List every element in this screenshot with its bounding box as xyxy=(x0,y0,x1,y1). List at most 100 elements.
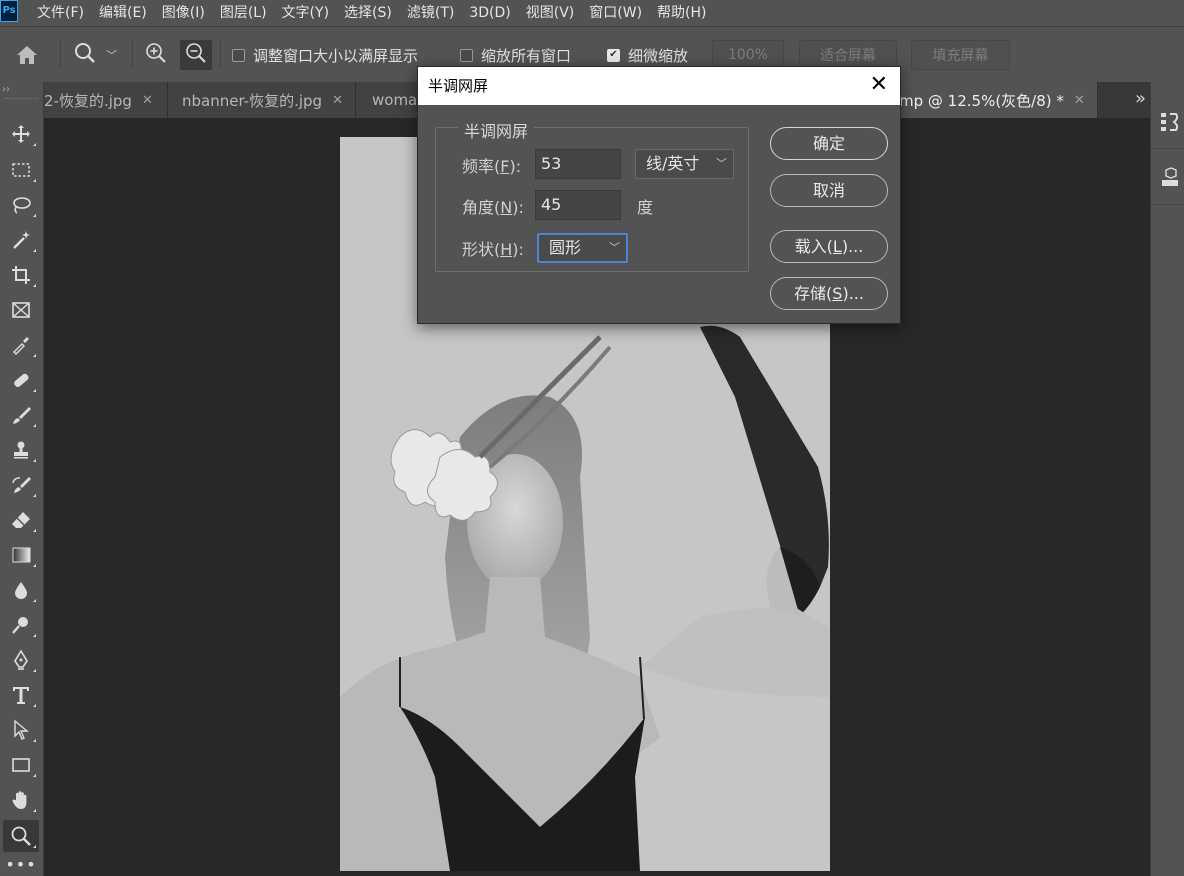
collapse-icon[interactable]: ›› xyxy=(2,84,10,95)
brush-icon xyxy=(13,407,31,424)
move-tool[interactable] xyxy=(3,118,39,150)
divider xyxy=(1151,204,1184,205)
history-brush-icon xyxy=(12,477,31,493)
resize-windows-checkbox[interactable] xyxy=(232,48,245,62)
ok-button[interactable]: 确定 xyxy=(770,127,888,160)
healing-brush-tool[interactable] xyxy=(3,364,39,396)
tab-document-2[interactable]: nbanner-恢复的.jpg ✕ xyxy=(168,82,356,118)
eyedropper-tool[interactable] xyxy=(3,329,39,361)
gradient-tool[interactable] xyxy=(3,539,39,571)
menu-layer[interactable]: 图层(L) xyxy=(220,0,267,26)
zoom-out-button[interactable] xyxy=(180,40,212,70)
menu-view[interactable]: 视图(V) xyxy=(526,0,575,26)
home-icon[interactable] xyxy=(14,27,40,83)
menu-file[interactable]: 文件(F) xyxy=(37,0,84,26)
rectangle-tool[interactable] xyxy=(3,749,39,781)
menu-3d[interactable]: 3D(D) xyxy=(469,0,510,26)
shape-label: 形状(H): xyxy=(462,240,524,259)
save-button[interactable]: 存储(S)... xyxy=(770,277,888,310)
chevron-down-icon: ﹀ xyxy=(106,49,117,62)
panel-grip xyxy=(4,98,38,102)
frequency-unit-select[interactable]: 线/英寸 ﹀ xyxy=(635,149,734,179)
type-tool[interactable] xyxy=(3,679,39,711)
close-icon[interactable]: ✕ xyxy=(142,93,153,108)
frame-tool[interactable] xyxy=(3,294,39,326)
marquee-tool[interactable] xyxy=(3,154,39,186)
hand-tool[interactable] xyxy=(3,784,39,816)
menu-type[interactable]: 文字(Y) xyxy=(282,0,329,26)
frequency-label: 频率(F): xyxy=(462,157,522,176)
close-icon[interactable]: ✕ xyxy=(332,93,343,108)
frequency-input[interactable]: 53 xyxy=(535,149,621,179)
tab-document-active[interactable]: mp @ 12.5%(灰色/8) * ✕ xyxy=(898,82,1098,118)
eyedropper-icon xyxy=(13,337,29,355)
scrubby-zoom-label: 细微缩放 xyxy=(628,46,689,65)
magic-wand-tool[interactable] xyxy=(3,224,39,256)
divider xyxy=(132,41,133,69)
menu-help[interactable]: 帮助(H) xyxy=(657,0,706,26)
right-panel-dock xyxy=(1150,82,1184,876)
bandage-icon xyxy=(14,373,29,387)
history-brush-tool[interactable] xyxy=(3,469,39,501)
fill-screen-button[interactable]: 填充屏幕 xyxy=(911,40,1010,70)
brush-tool[interactable] xyxy=(3,399,39,431)
resize-windows-label: 调整窗口大小以满屏显示 xyxy=(253,46,419,65)
zoom-out-icon xyxy=(184,41,208,69)
close-icon[interactable]: ✕ xyxy=(870,67,888,105)
tab-label: 2-恢复的.jpg xyxy=(44,91,132,110)
lasso-icon xyxy=(13,197,31,214)
photoshop-logo: Ps xyxy=(0,0,18,22)
tools-panel: ›› ••• xyxy=(0,82,44,876)
cancel-button[interactable]: 取消 xyxy=(770,174,888,207)
pen-tool[interactable] xyxy=(3,644,39,676)
zoom-all-windows-label: 缩放所有窗口 xyxy=(481,46,572,65)
close-icon[interactable]: ✕ xyxy=(1074,93,1085,108)
menu-select[interactable]: 选择(S) xyxy=(344,0,392,26)
more-tools-icon[interactable]: ••• xyxy=(3,854,39,874)
zoom-in-button[interactable] xyxy=(144,27,168,83)
eraser-tool[interactable] xyxy=(3,504,39,536)
zoom-in-icon xyxy=(144,41,168,69)
group-title: 半调网屏 xyxy=(458,118,535,142)
angle-input[interactable]: 45 xyxy=(535,190,621,220)
tab-label: woma xyxy=(372,91,418,109)
rectangle-icon xyxy=(12,758,30,772)
crop-tool[interactable] xyxy=(3,259,39,291)
frequency-unit-value: 线/英寸 xyxy=(646,154,700,173)
frame-icon xyxy=(12,302,30,318)
menu-window[interactable]: 窗口(W) xyxy=(589,0,642,26)
zoom-tool-preset-picker[interactable]: ﹀ xyxy=(72,27,117,83)
tab-document-1[interactable]: 2-恢复的.jpg ✕ xyxy=(44,82,168,118)
dodge-icon xyxy=(12,617,28,634)
pen-icon xyxy=(14,649,28,670)
menu-filter[interactable]: 滤镜(T) xyxy=(407,0,454,26)
halftone-screen-dialog: 半调网屏 ✕ 半调网屏 频率(F): 53 线/英寸 ﹀ 角度(N): 45 度… xyxy=(417,66,901,324)
clone-stamp-tool[interactable] xyxy=(3,434,39,466)
tab-document-3[interactable]: woma xyxy=(356,82,418,118)
zoom-icon xyxy=(72,40,98,70)
zoom-tool-icon xyxy=(11,826,31,846)
menu-edit[interactable]: 编辑(E) xyxy=(99,0,147,26)
tab-overflow-icon[interactable]: » xyxy=(1135,82,1146,118)
drop-icon xyxy=(15,582,27,599)
chevron-down-icon: ﹀ xyxy=(716,157,727,170)
type-icon xyxy=(13,687,29,704)
3d-icon[interactable] xyxy=(1159,166,1181,194)
path-selection-tool[interactable] xyxy=(3,714,39,746)
divider xyxy=(1151,148,1184,149)
dodge-tool[interactable] xyxy=(3,609,39,641)
blur-tool[interactable] xyxy=(3,574,39,606)
zoom-tool[interactable] xyxy=(3,820,39,852)
menu-image[interactable]: 图像(I) xyxy=(162,0,205,26)
resize-windows-option[interactable]: 调整窗口大小以满屏显示 xyxy=(232,27,418,83)
load-button[interactable]: 载入(L)... xyxy=(770,230,888,263)
arrow-pointer-icon xyxy=(14,719,29,740)
angle-unit: 度 xyxy=(637,198,654,217)
zoom-all-windows-checkbox[interactable] xyxy=(460,48,473,62)
properties-icon[interactable] xyxy=(1159,110,1181,138)
scrubby-zoom-checkbox[interactable]: ✔ xyxy=(607,48,620,62)
tab-label: mp @ 12.5%(灰色/8) * xyxy=(899,91,1064,110)
lasso-tool[interactable] xyxy=(3,189,39,221)
shape-select[interactable]: 圆形 ﹀ xyxy=(537,233,628,263)
dialog-title: 半调网屏 xyxy=(418,67,900,105)
